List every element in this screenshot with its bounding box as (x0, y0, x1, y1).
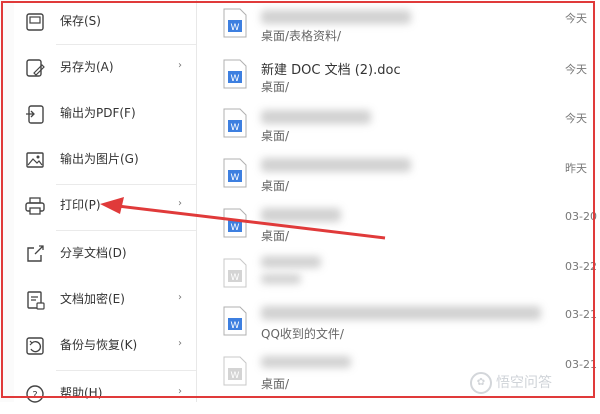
paw-logo-icon: ✿ (470, 372, 492, 394)
watermark: ✿ 悟空问答 (470, 372, 552, 394)
watermark-text: 悟空问答 (496, 375, 552, 391)
red-annotation-arrow (100, 197, 386, 240)
